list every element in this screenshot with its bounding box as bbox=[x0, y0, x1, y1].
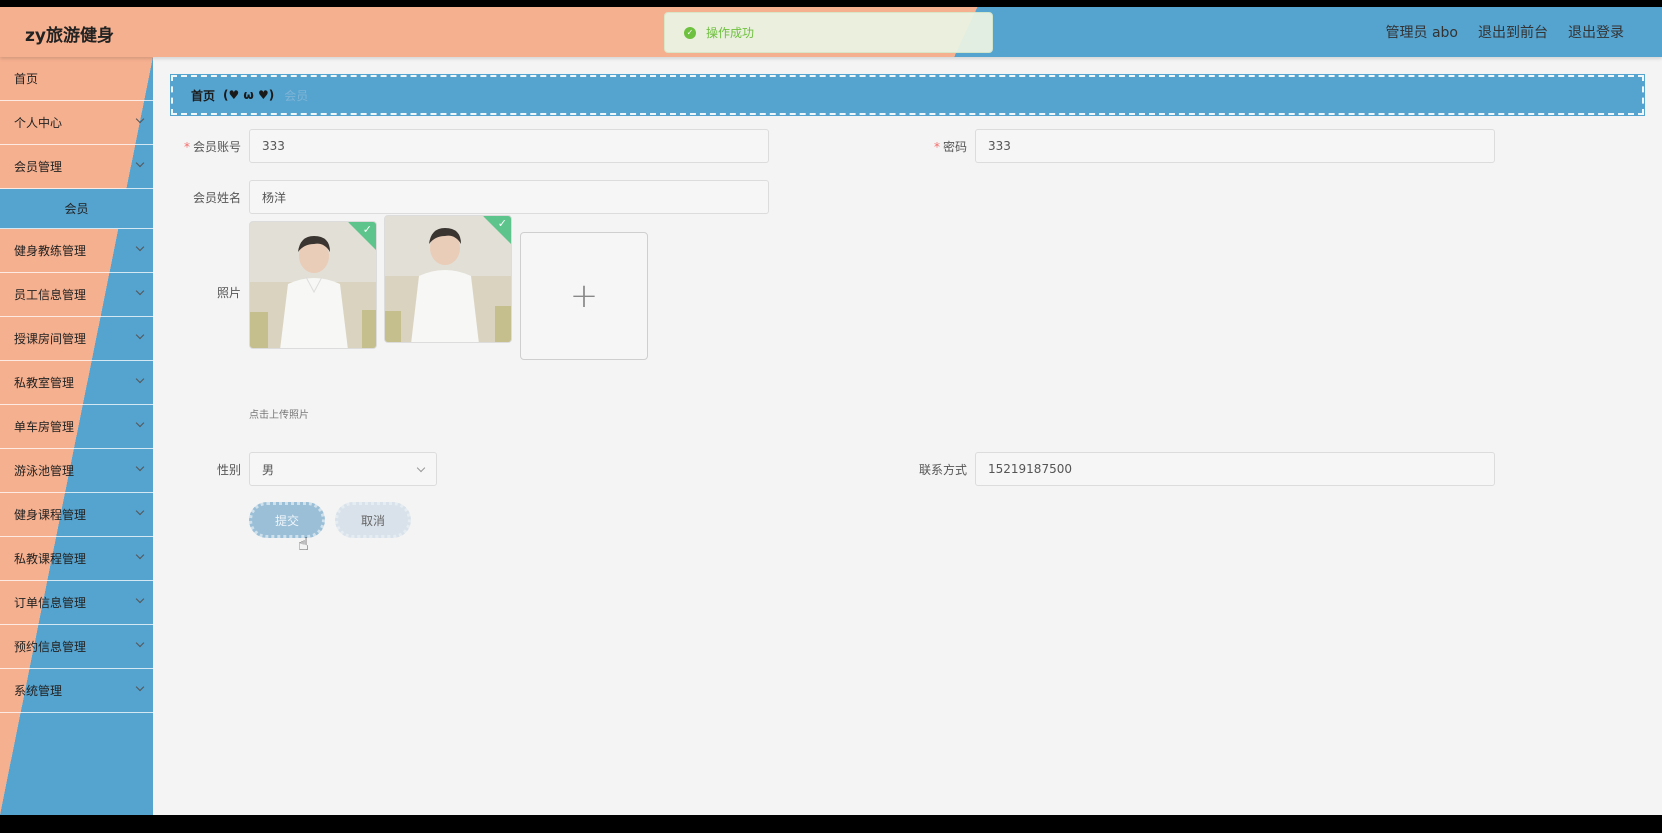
sidebar-item-label: 私教室管理 bbox=[14, 376, 75, 390]
uploaded-photo-1[interactable]: ✓ bbox=[249, 221, 377, 349]
admin-user-link[interactable]: 管理员 abo bbox=[1386, 22, 1458, 42]
chevron-down-icon bbox=[416, 463, 426, 473]
chevron-down-icon bbox=[135, 242, 145, 252]
brand-title: zy旅游健身 bbox=[25, 26, 114, 46]
sidebar-item-private-course-management[interactable]: 私教课程管理 bbox=[0, 537, 153, 581]
sidebar-item-label: 游泳池管理 bbox=[14, 464, 75, 478]
required-mark: * bbox=[933, 140, 940, 154]
sidebar: 首页 个人中心 会员管理 会员 健身教练管理 员工信息管理 授课房间管理 私教室… bbox=[0, 57, 153, 815]
name-input[interactable]: 杨洋 bbox=[249, 180, 769, 214]
sidebar-subitem-member[interactable]: 会员 bbox=[0, 189, 153, 229]
gender-select[interactable]: 男 bbox=[249, 452, 437, 486]
sidebar-item-cycling-room-management[interactable]: 单车房管理 bbox=[0, 405, 153, 449]
success-toast: ✓ 操作成功 bbox=[664, 12, 993, 53]
app-window: zy旅游健身 管理员 abo 退出到前台 退出登录 ✓ 操作成功 首页 个人中心… bbox=[0, 7, 1662, 815]
chevron-down-icon bbox=[135, 462, 145, 472]
chevron-down-icon bbox=[135, 374, 145, 384]
sidebar-item-label: 预约信息管理 bbox=[14, 640, 87, 654]
sidebar-item-reservation-management[interactable]: 预约信息管理 bbox=[0, 625, 153, 669]
sidebar-item-classroom-management[interactable]: 授课房间管理 bbox=[0, 317, 153, 361]
chevron-down-icon bbox=[135, 682, 145, 692]
sidebar-item-label: 健身教练管理 bbox=[14, 244, 87, 258]
sidebar-item-label: 会员 bbox=[64, 202, 89, 216]
submit-button[interactable]: 提交 bbox=[249, 502, 325, 538]
required-mark: * bbox=[183, 140, 190, 154]
hand-cursor-icon: ☝ bbox=[298, 534, 309, 555]
check-circle-icon: ✓ bbox=[684, 26, 696, 39]
account-label-text: 会员账号 bbox=[192, 140, 241, 154]
account-label: * 会员账号 bbox=[171, 138, 241, 155]
contact-label: 联系方式 bbox=[918, 463, 967, 477]
chevron-down-icon bbox=[135, 418, 145, 428]
top-links: 管理员 abo 退出到前台 退出登录 bbox=[1386, 22, 1624, 42]
chevron-down-icon bbox=[135, 550, 145, 560]
gender-value: 男 bbox=[262, 462, 275, 477]
password-input[interactable]: 333 bbox=[975, 129, 1495, 163]
contact-input[interactable]: 15219187500 bbox=[975, 452, 1495, 486]
account-input[interactable]: 333 bbox=[249, 129, 769, 163]
main-content: 首页 (♥ ω ♥) 会员 * 会员账号 333 * 密码 333 会员姓名 杨洋 … bbox=[153, 57, 1662, 815]
upload-hint: 点击上传照片 bbox=[249, 410, 309, 421]
cancel-button[interactable]: 取消 bbox=[335, 502, 411, 538]
chevron-down-icon bbox=[135, 594, 145, 604]
uploaded-photo-2[interactable]: ✓ bbox=[384, 215, 512, 343]
sidebar-item-label: 订单信息管理 bbox=[14, 596, 87, 610]
plus-icon: + bbox=[569, 276, 599, 316]
upload-photo-button[interactable]: + bbox=[520, 232, 648, 360]
check-icon: ✓ bbox=[362, 223, 372, 236]
sidebar-item-staff-management[interactable]: 员工信息管理 bbox=[0, 273, 153, 317]
sidebar-item-label: 私教课程管理 bbox=[14, 552, 87, 566]
sidebar-item-fitness-course-management[interactable]: 健身课程管理 bbox=[0, 493, 153, 537]
sidebar-item-label: 个人中心 bbox=[14, 116, 63, 130]
breadcrumb-home[interactable]: 首页 bbox=[191, 87, 215, 104]
person-photo-icon bbox=[385, 216, 511, 342]
sidebar-item-coach-management[interactable]: 健身教练管理 bbox=[0, 229, 153, 273]
exit-to-front-link[interactable]: 退出到前台 bbox=[1478, 22, 1548, 42]
name-label: 会员姓名 bbox=[192, 191, 241, 205]
password-label-text: 密码 bbox=[942, 140, 967, 154]
sidebar-item-label: 授课房间管理 bbox=[14, 332, 87, 346]
chevron-down-icon bbox=[135, 158, 145, 168]
breadcrumb-emoji: (♥ ω ♥) bbox=[223, 88, 275, 102]
breadcrumb: 首页 (♥ ω ♥) 会员 bbox=[170, 74, 1645, 116]
sidebar-item-label: 单车房管理 bbox=[14, 420, 75, 434]
logout-link[interactable]: 退出登录 bbox=[1568, 22, 1624, 42]
sidebar-item-system-management[interactable]: 系统管理 bbox=[0, 669, 153, 713]
gender-label: 性别 bbox=[216, 463, 241, 477]
chevron-down-icon bbox=[135, 114, 145, 124]
sidebar-item-order-management[interactable]: 订单信息管理 bbox=[0, 581, 153, 625]
sidebar-item-label: 首页 bbox=[14, 72, 39, 86]
sidebar-item-private-room-management[interactable]: 私教室管理 bbox=[0, 361, 153, 405]
sidebar-item-label: 系统管理 bbox=[14, 684, 63, 698]
breadcrumb-current: 会员 bbox=[284, 88, 309, 103]
sidebar-item-label: 健身课程管理 bbox=[14, 508, 87, 522]
chevron-down-icon bbox=[135, 638, 145, 648]
sidebar-item-pool-management[interactable]: 游泳池管理 bbox=[0, 449, 153, 493]
chevron-down-icon bbox=[135, 286, 145, 296]
photo-label: 照片 bbox=[216, 286, 241, 300]
password-label: * 密码 bbox=[897, 138, 967, 155]
sidebar-item-label: 会员管理 bbox=[14, 160, 63, 174]
toast-message: 操作成功 bbox=[706, 26, 755, 40]
check-icon: ✓ bbox=[497, 217, 507, 230]
sidebar-item-home[interactable]: 首页 bbox=[0, 57, 153, 101]
chevron-down-icon bbox=[135, 330, 145, 340]
sidebar-item-member-management[interactable]: 会员管理 bbox=[0, 145, 153, 189]
sidebar-item-personal-center[interactable]: 个人中心 bbox=[0, 101, 153, 145]
chevron-down-icon bbox=[135, 506, 145, 516]
person-photo-icon bbox=[250, 222, 376, 348]
sidebar-item-label: 员工信息管理 bbox=[14, 288, 87, 302]
